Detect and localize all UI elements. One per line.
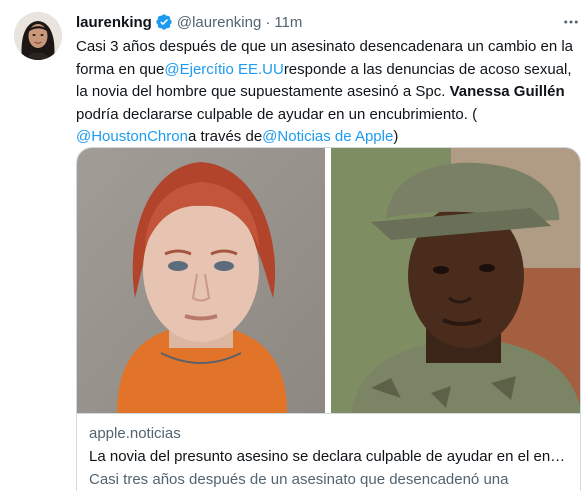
avatar-image [14,12,62,60]
card-domain: apple.noticias [89,425,181,442]
card-description: Casi tres años después de un asesinato q… [89,471,509,488]
tweet[interactable]: laurenking @laurenking · 11m Casi 3 años… [0,0,586,491]
card-title: La novia del presunto asesino se declara… [89,448,570,465]
verified-badge-icon [155,13,173,31]
tweet-text-part: ) [393,128,399,145]
mugshot-photo[interactable] [77,148,325,413]
tweet-header: laurenking @laurenking · 11m [76,12,302,32]
avatar[interactable] [14,12,62,60]
mugshot-image [77,148,325,413]
separator-dot: · [265,13,271,31]
handle[interactable]: @laurenking [177,14,261,31]
more-options-button[interactable] [560,12,582,32]
display-name[interactable]: laurenking [76,14,152,31]
tweet-text-part: podría declararse culpable de ayudar en … [76,105,478,123]
tweet-text-part: a través de [187,128,263,145]
tweet-text: Casi 3 años después de que un asesinato … [76,36,581,149]
soldier-image [331,148,580,413]
mention-link[interactable]: @Noticias de Apple [262,128,393,145]
timestamp[interactable]: 11m [274,14,302,31]
card-meta[interactable]: apple.noticias La novia del presunto ase… [77,413,580,491]
mention-link[interactable]: @HoustonChron [76,128,188,145]
link-card[interactable]: apple.noticias La novia del presunto ase… [76,147,581,491]
card-images [77,148,580,413]
tweet-text-bold: Vanessa Guillén [449,83,565,100]
more-horizontal-icon [564,20,578,24]
soldier-photo[interactable] [331,148,580,413]
mention-link[interactable]: @Ejercítio EE.UU [164,61,283,78]
